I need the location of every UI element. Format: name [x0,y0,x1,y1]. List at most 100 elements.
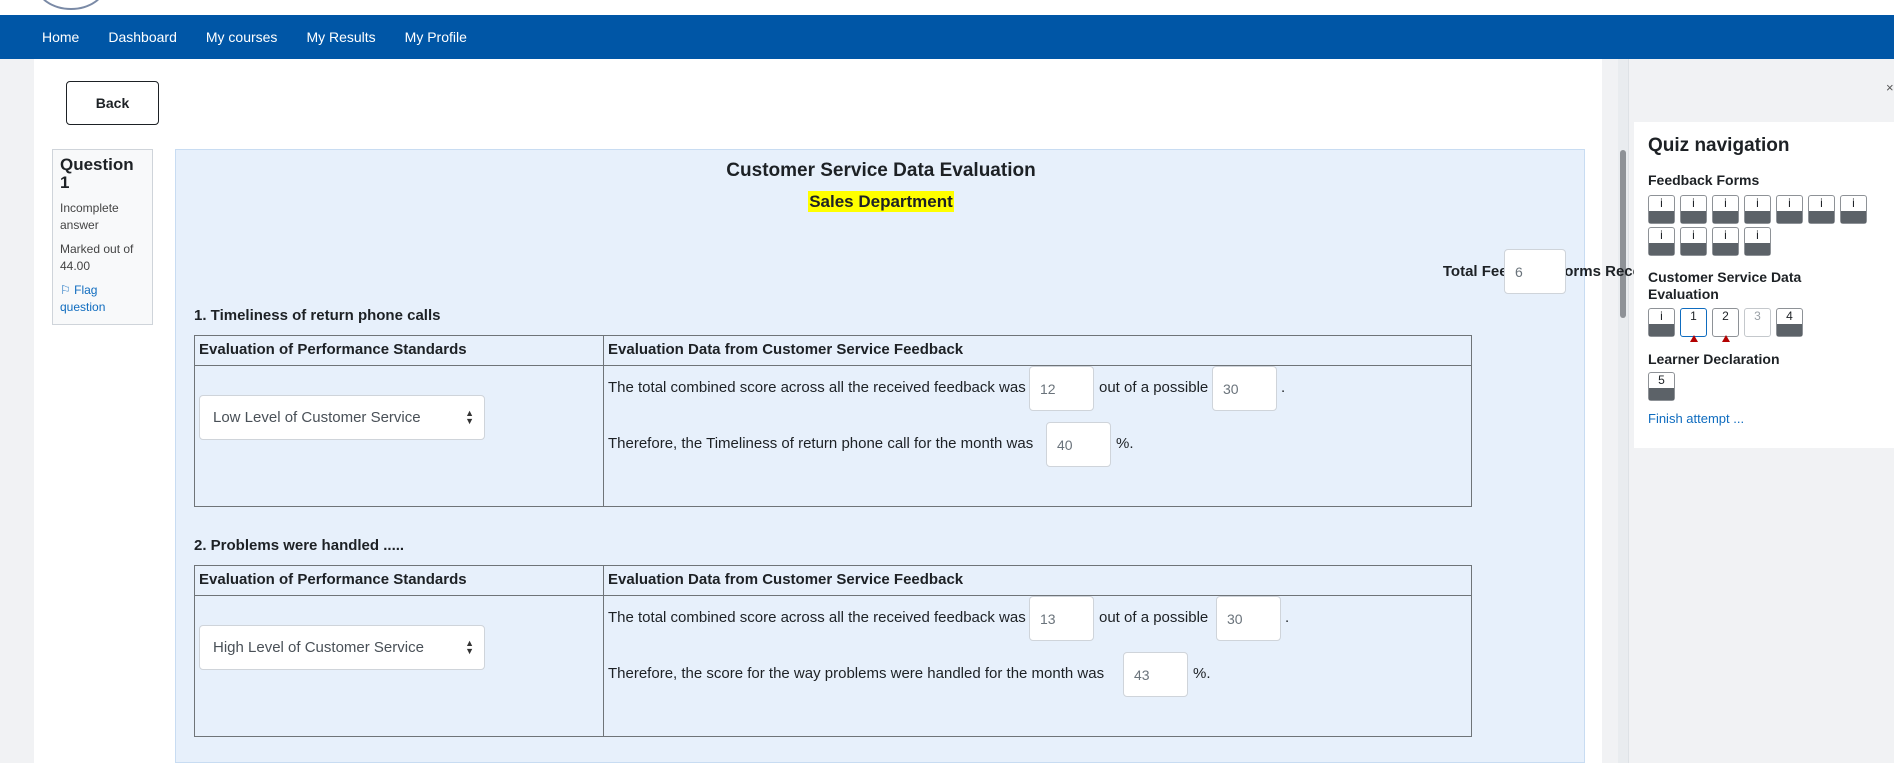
scrollbar-thumb[interactable] [1620,150,1626,318]
answered-indicator [1713,211,1738,223]
column-divider [603,566,604,736]
quiz-nav-button-label: i [1660,309,1663,323]
nav-dashboard[interactable]: Dashboard [108,29,177,45]
quiz-nav-button[interactable]: i [1808,195,1835,224]
performance-standard-select[interactable]: High Level of Customer Service ▲ ▼ [199,625,485,670]
question-grade: Marked out of 44.00 [60,242,134,273]
close-icon[interactable]: × [1886,80,1894,95]
quiz-nav-button-label: i [1724,196,1727,210]
answered-indicator [1777,324,1802,336]
percent-sentence-start: Therefore, the score for the way problem… [608,665,1105,682]
quiz-nav-button[interactable]: i [1744,195,1771,224]
subtitle-wrap: Sales Department [176,191,1586,212]
flag-icon [1690,335,1698,342]
quiz-nav-button-label: i [1756,196,1759,210]
answered-indicator [1713,243,1738,255]
nav-home[interactable]: Home [42,29,79,45]
quiz-nav-button-label: i [1660,228,1663,242]
possible-score-input[interactable]: 30 [1216,596,1281,641]
quiz-nav-button-current[interactable]: 1 [1680,308,1707,342]
evaluation-table: Evaluation of Performance Standards Eval… [194,565,1472,737]
quiz-nav-button-label: i [1852,196,1855,210]
percent-input[interactable]: 43 [1123,652,1188,697]
question-content: Customer Service Data Evaluation Sales D… [175,149,1676,763]
quiz-nav-button[interactable]: i [1840,195,1867,224]
percent-sentence-start: Therefore, the Timeliness of return phon… [608,435,1034,452]
quiz-nav-button-label: i [1692,196,1695,210]
nav-my-courses[interactable]: My courses [206,29,278,45]
quiz-nav-button-label: i [1788,196,1791,210]
quiz-nav-button[interactable]: i [1712,227,1739,256]
flag-icon: ⚐ [60,283,71,297]
answered-indicator [1745,243,1770,255]
score-sentence-start: The total combined score across all the … [608,609,1026,626]
quiz-nav-button-label: i [1756,228,1759,242]
possible-score-input[interactable]: 30 [1212,366,1277,411]
quiz-nav-button-label: 1 [1690,309,1697,323]
answered-indicator [1681,211,1706,223]
quiz-nav-button[interactable]: i [1712,195,1739,224]
answered-indicator [1777,211,1802,223]
quiz-nav-button[interactable]: i [1648,195,1675,224]
quiz-nav-button[interactable]: i [1744,227,1771,256]
column-header-standards: Evaluation of Performance Standards [199,571,467,588]
quiz-nav-button[interactable]: 4 [1776,308,1803,337]
column-header-feedback: Evaluation Data from Customer Service Fe… [608,341,964,358]
column-divider [603,336,604,506]
quiz-nav-button[interactable]: i [1648,308,1675,337]
select-arrows-icon: ▲ ▼ [465,638,474,656]
answered-indicator [1649,324,1674,336]
quiz-nav-button[interactable]: i [1680,195,1707,224]
answered-indicator [1841,211,1866,223]
nav-my-profile[interactable]: My Profile [405,29,467,45]
percent-sentence-end: %. [1116,435,1134,452]
question-number: Question 1 [60,155,134,192]
percent-input[interactable]: 40 [1046,422,1111,467]
primary-navigation: Home Dashboard My courses My Results My … [0,15,1894,59]
nav-my-results[interactable]: My Results [306,29,375,45]
total-forms-label: Total Feedback Forms Received: [1442,263,1676,280]
quiz-nav-button[interactable]: 5 [1648,372,1675,401]
column-header-standards: Evaluation of Performance Standards [199,341,467,358]
top-strip [0,0,1894,15]
nav-section-data-evaluation: Customer Service Data Evaluation [1648,269,1802,302]
select-arrows-icon: ▲ ▼ [465,408,474,426]
quiz-nav-button[interactable]: 3 [1744,308,1771,337]
answered-indicator [1681,243,1706,255]
score-sentence-middle: out of a possible [1099,609,1209,626]
answered-indicator [1745,211,1770,223]
nav-section-learner-declaration: Learner Declaration [1648,351,1780,367]
quiz-nav-button-label: 4 [1786,309,1793,323]
select-value: Low Level of Customer Service [213,409,421,426]
question-info: Question 1 Incomplete answer Marked out … [52,149,153,325]
evaluation-title: Customer Service Data Evaluation [726,160,1036,181]
answered-indicator [1649,211,1674,223]
quiz-nav-button[interactable]: i [1776,195,1803,224]
header-divider [195,595,1471,596]
quiz-nav-button-label: 2 [1722,309,1729,323]
answered-indicator [1809,211,1834,223]
quiz-nav-button[interactable]: i [1680,227,1707,256]
quiz-navigation: Quiz navigation Feedback Forms i i i i i… [1634,122,1894,448]
quiz-nav-button-label: i [1660,196,1663,210]
flag-question-link[interactable]: ⚐ Flag question [60,282,145,316]
question-state: Incomplete answer [60,201,119,232]
total-forms-input[interactable]: 6 [1504,249,1566,294]
finish-attempt-link[interactable]: Finish attempt ... [1648,411,1744,426]
quiz-nav-button[interactable]: i [1648,227,1675,256]
quiz-nav-button-label: i [1724,228,1727,242]
back-button[interactable]: Back [66,81,159,125]
section-title: 2. Problems were handled ..... [194,537,405,554]
header-divider [195,365,1471,366]
answered-indicator [1649,388,1674,400]
score-sentence-end: . [1281,379,1286,396]
quiz-nav-button[interactable]: 2 [1712,308,1739,342]
evaluation-table: Evaluation of Performance Standards Eval… [194,335,1472,507]
department-subtitle: Sales Department [808,191,954,212]
performance-standard-select[interactable]: Low Level of Customer Service ▲ ▼ [199,395,485,440]
quiz-nav-button-label: 5 [1658,373,1665,387]
column-header-feedback: Evaluation Data from Customer Service Fe… [608,571,964,588]
score-sentence-end: . [1285,609,1290,626]
score-input[interactable]: 12 [1029,366,1094,411]
score-input[interactable]: 13 [1029,596,1094,641]
